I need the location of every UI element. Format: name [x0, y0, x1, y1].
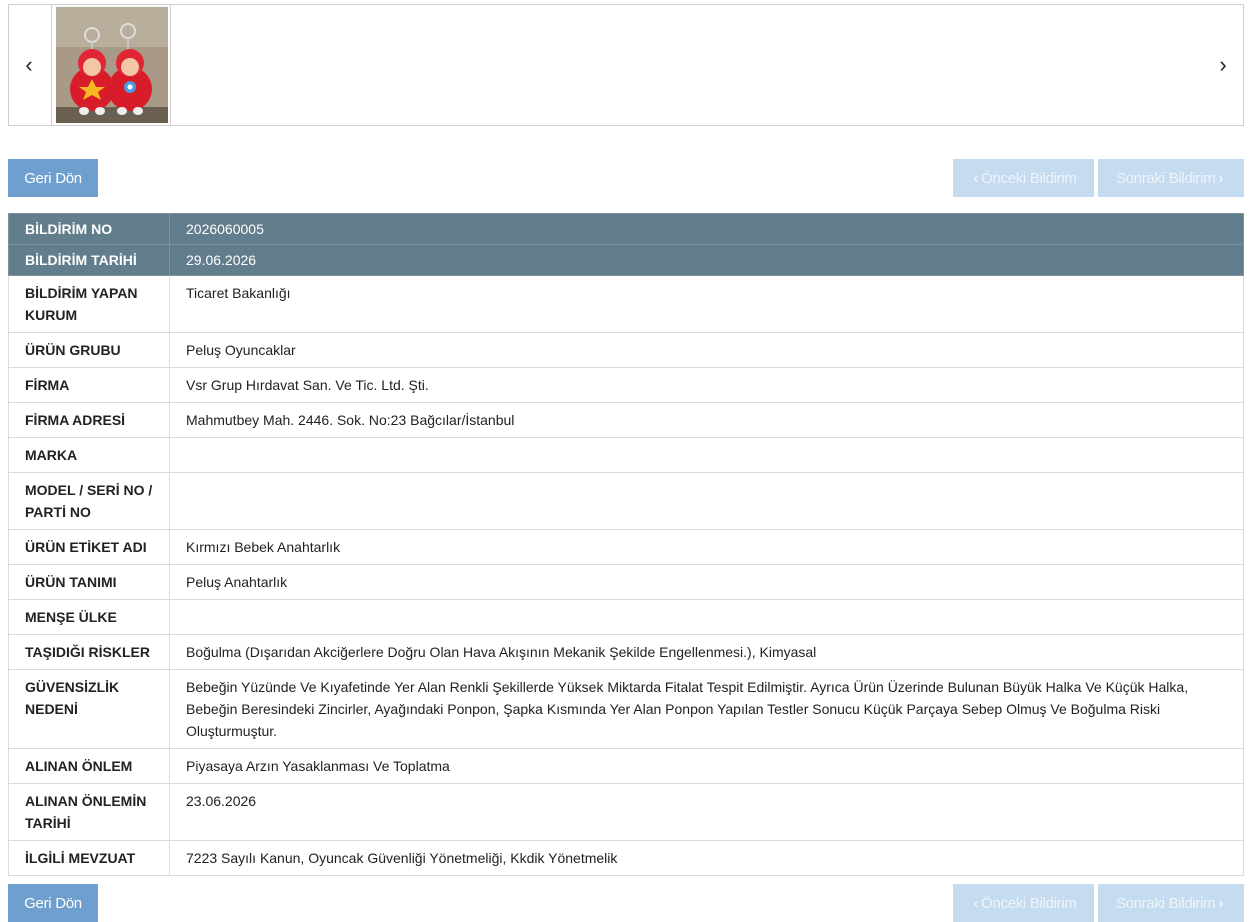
chevron-left-icon: ‹: [973, 894, 979, 912]
detail-row: ÜRÜN GRUBU Peluş Oyuncaklar: [8, 332, 1244, 368]
detail-label: ÜRÜN ETİKET ADI: [8, 529, 170, 565]
product-thumbnail[interactable]: [51, 5, 171, 125]
carousel-prev-button[interactable]: ‹: [9, 5, 49, 125]
detail-row: GÜVENSİZLİK NEDENİ Bebeğin Yüzünde Ve Kıy…: [8, 669, 1244, 749]
next-notification-button-bottom[interactable]: Sonraki Bildirim ›: [1098, 884, 1244, 922]
detail-value: [169, 472, 1244, 530]
back-button-bottom[interactable]: Geri Dön: [8, 884, 98, 922]
chevron-left-icon: ‹: [973, 169, 979, 187]
detail-label: MENŞE ÜLKE: [8, 599, 170, 635]
detail-value: 2026060005: [169, 213, 1244, 245]
detail-value: [169, 599, 1244, 635]
detail-row: İLGİLİ MEVZUAT 7223 Sayılı Kanun, Oyuncak…: [8, 840, 1244, 876]
detail-value: Peluş Anahtarlık: [169, 564, 1244, 600]
next-button-label: Sonraki Bildirim: [1115, 169, 1216, 187]
detail-row: ALINAN ÖNLEM Piyasaya Arzın Yasaklanması …: [8, 748, 1244, 784]
back-button-top[interactable]: Geri Dön: [8, 159, 98, 197]
chevron-left-icon: ‹: [25, 52, 33, 77]
detail-label: FİRMA ADRESİ: [8, 402, 170, 438]
detail-value: Mahmutbey Mah. 2446. Sok. No:23 Bağcılar…: [169, 402, 1244, 438]
detail-value: Kırmızı Bebek Anahtarlık: [169, 529, 1244, 565]
next-button-label: Sonraki Bildirim: [1115, 894, 1216, 912]
detail-label: ALINAN ÖNLEMİN TARİHİ: [8, 783, 170, 841]
detail-label: ALINAN ÖNLEM: [8, 748, 170, 784]
detail-label: BİLDİRİM NO: [8, 213, 170, 245]
next-notification-button-top[interactable]: Sonraki Bildirim ›: [1098, 159, 1244, 197]
previous-button-label: Önceki Bildirim: [981, 169, 1077, 187]
detail-label: ÜRÜN GRUBU: [8, 332, 170, 368]
detail-label: MODEL / SERİ NO / PARTİ NO: [8, 472, 170, 530]
detail-value: Bebeğin Yüzünde Ve Kıyafetinde Yer Alan …: [169, 669, 1244, 749]
detail-row: MENŞE ÜLKE: [8, 599, 1244, 635]
detail-row: ÜRÜN TANIMI Peluş Anahtarlık: [8, 564, 1244, 600]
detail-value: [169, 437, 1244, 473]
back-button-label: Geri Dön: [24, 169, 82, 187]
detail-row: ALINAN ÖNLEMİN TARİHİ 23.06.2026: [8, 783, 1244, 841]
detail-row: TAŞIDIĞI RİSKLER Boğulma (Dışarıdan Akciğ…: [8, 634, 1244, 670]
previous-notification-button-top[interactable]: ‹ Önceki Bildirim: [953, 159, 1094, 197]
detail-value: Vsr Grup Hırdavat San. Ve Tic. Ltd. Şti.: [169, 367, 1244, 403]
detail-row: FİRMA Vsr Grup Hırdavat San. Ve Tic. Ltd.…: [8, 367, 1244, 403]
detail-row: ÜRÜN ETİKET ADI Kırmızı Bebek Anahtarlık: [8, 529, 1244, 565]
detail-value: 29.06.2026: [169, 244, 1244, 276]
previous-notification-button-bottom[interactable]: ‹ Önceki Bildirim: [953, 884, 1094, 922]
detail-label: BİLDİRİM TARİHİ: [8, 244, 170, 276]
chevron-right-icon: ›: [1218, 169, 1224, 187]
detail-value: 23.06.2026: [169, 783, 1244, 841]
detail-value: Boğulma (Dışarıdan Akciğerlere Doğru Ola…: [169, 634, 1244, 670]
detail-row: BİLDİRİM YAPAN KURUM Ticaret Bakanlığı: [8, 275, 1244, 333]
detail-label: TAŞIDIĞI RİSKLER: [8, 634, 170, 670]
detail-row: BİLDİRİM TARİHİ 29.06.2026: [8, 244, 1244, 276]
image-carousel: ‹ ›: [8, 4, 1244, 126]
detail-row: BİLDİRİM NO 2026060005: [8, 213, 1244, 245]
chevron-right-icon: ›: [1218, 894, 1224, 912]
detail-label: İLGİLİ MEVZUAT: [8, 840, 170, 876]
back-button-label: Geri Dön: [24, 894, 82, 912]
detail-row: MARKA: [8, 437, 1244, 473]
detail-value: Ticaret Bakanlığı: [169, 275, 1244, 333]
detail-value: Piyasaya Arzın Yasaklanması Ve Toplatma: [169, 748, 1244, 784]
detail-value: 7223 Sayılı Kanun, Oyuncak Güvenliği Yön…: [169, 840, 1244, 876]
detail-label: FİRMA: [8, 367, 170, 403]
detail-value: Peluş Oyuncaklar: [169, 332, 1244, 368]
detail-label: BİLDİRİM YAPAN KURUM: [8, 275, 170, 333]
previous-button-label: Önceki Bildirim: [981, 894, 1077, 912]
plush-keychain-photo: [56, 7, 168, 123]
detail-label: MARKA: [8, 437, 170, 473]
detail-label: ÜRÜN TANIMI: [8, 564, 170, 600]
detail-row: MODEL / SERİ NO / PARTİ NO: [8, 472, 1244, 530]
notification-details-table: BİLDİRİM NO 2026060005 BİLDİRİM TARİHİ 29.0…: [8, 213, 1244, 876]
detail-label: GÜVENSİZLİK NEDENİ: [8, 669, 170, 749]
detail-row: FİRMA ADRESİ Mahmutbey Mah. 2446. Sok. No…: [8, 402, 1244, 438]
carousel-next-button[interactable]: ›: [1203, 5, 1243, 125]
chevron-right-icon: ›: [1219, 52, 1227, 77]
